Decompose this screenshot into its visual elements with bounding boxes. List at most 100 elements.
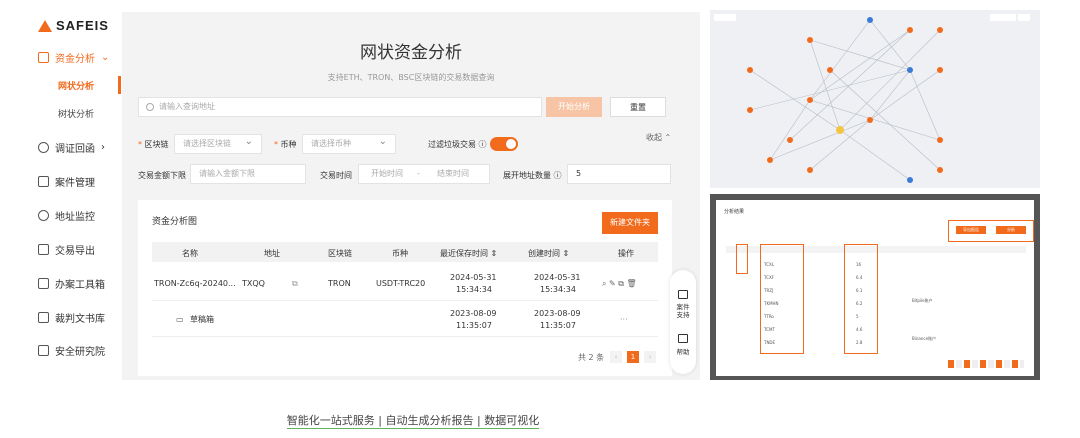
reset-button[interactable]: 重置 [610, 97, 666, 117]
prev-page-icon[interactable]: ‹ [610, 351, 622, 363]
sidebar-item-label: 案件管理 [55, 178, 95, 189]
copy-icon[interactable]: ⧉ [292, 278, 298, 290]
row-divider [152, 336, 658, 337]
export-icon [38, 244, 49, 255]
row1-created-date: 2024-05-31 [534, 273, 581, 282]
sidebar-item-label: 裁判文书库 [55, 314, 105, 325]
help-label[interactable]: 帮助 [670, 348, 696, 356]
chain-select[interactable]: 请选择区块链 [174, 133, 262, 154]
graph-node [937, 167, 943, 173]
analyze-button[interactable]: 分析 [996, 226, 1026, 234]
sidebar-item-export[interactable]: 交易导出 [38, 242, 95, 257]
sidebar-item-judgments[interactable]: 裁判文书库 [38, 310, 105, 325]
row2-name[interactable]: 草稿箱 [190, 314, 214, 326]
graph-node [747, 107, 753, 113]
sidebar-item-research[interactable]: 安全研究院 [38, 343, 105, 358]
toolbox-icon [38, 278, 49, 289]
sidebar-item-monitor[interactable]: 地址监控 [38, 208, 95, 223]
new-folder-button[interactable]: 新建文件夹 [602, 212, 658, 234]
help-icon[interactable] [678, 334, 688, 343]
amount-input[interactable]: 请输入金额下限 [190, 164, 306, 184]
graph-node [937, 27, 943, 33]
graph-node [907, 27, 913, 33]
junk-filter-label: 过滤垃圾交易 ⓘ [428, 140, 487, 149]
brand-logo[interactable]: SAFEIS [38, 18, 109, 33]
col-saved-time[interactable]: 最近保存时间 ⇕ [440, 248, 497, 259]
expand-count-input[interactable]: 5 [567, 164, 671, 184]
logo-icon [38, 19, 52, 32]
row1-address: TXQQ [242, 279, 265, 288]
search-input[interactable]: 请输入查询地址 [138, 97, 542, 117]
graph-node [907, 67, 913, 73]
graph-node [867, 17, 873, 23]
time-label: 交易时间 [320, 171, 352, 180]
chain-label: * 区块链 [138, 140, 169, 149]
row-divider [152, 300, 658, 301]
chevron-down-icon: ⌄ [101, 52, 110, 63]
time-range-input[interactable]: 开始时间 - 结束时间 [358, 164, 490, 184]
sidebar-item-fund-analysis[interactable]: 资金分析 ⌄ [38, 50, 109, 65]
export-report-button[interactable]: 导出报告 [956, 226, 986, 234]
row1-name[interactable]: TRON-Zc6q-20240... [154, 278, 236, 290]
start-analysis-button[interactable]: 开始分析 [546, 97, 602, 117]
sidebar-item-label: 办案工具箱 [55, 280, 105, 291]
col-chain: 区块链 [328, 249, 352, 258]
page-subtitle: 支持ETH、TRON、BSC区块链的交易数据查询 [327, 73, 495, 82]
col-created-time[interactable]: 创建时间 ⇕ [528, 248, 569, 259]
results-note: Bitpile账户 [912, 298, 933, 303]
graph-node [807, 167, 813, 173]
coin-select[interactable]: 请选择币种 [302, 133, 396, 154]
flow-icon [38, 52, 49, 63]
page-title: 网状资金分析 [360, 43, 462, 63]
time-separator: - [417, 169, 420, 178]
graph-node [807, 37, 813, 43]
sidebar-item-toolbox[interactable]: 办案工具箱 [38, 276, 105, 291]
row1-chain: TRON [328, 279, 351, 288]
sidebar-subitem-network[interactable]: 网状分析 [58, 79, 94, 92]
sidebar-item-cases[interactable]: 案件管理 [38, 174, 95, 189]
sidebar-item-label: 安全研究院 [55, 347, 105, 358]
results-address-list: TCXL TCXF TRZJ TKMHN TTRo TCMT TNDE [764, 262, 779, 345]
time-end[interactable]: 结束时间 [437, 165, 469, 183]
support-icon[interactable] [678, 290, 688, 299]
coin-label: * 币种 [274, 140, 297, 149]
expand-count-label: 展开地址数量 ⓘ [503, 171, 562, 180]
case-support-label[interactable]: 案件支持 [670, 303, 696, 319]
results-pagination[interactable] [948, 360, 1024, 368]
graph-node [827, 67, 833, 73]
row-more-icon[interactable]: ··· [620, 314, 628, 326]
row1-created-time: 15:34:34 [540, 285, 576, 294]
row2-created-date: 2023-08-09 [534, 309, 581, 318]
chevron-right-icon: › [101, 142, 105, 153]
sidebar-item-label: 资金分析 [55, 54, 95, 65]
brand-name: SAFEIS [56, 18, 109, 33]
page-current[interactable]: 1 [627, 351, 639, 363]
row-action-icons[interactable]: ⌕ ✎ ⧉ 🗑 [602, 278, 637, 290]
sidebar-subitem-tree[interactable]: 树状分析 [58, 107, 94, 120]
row1-saved-time: 15:34:34 [456, 285, 492, 294]
analysis-results-screenshot: 分析结果 导出报告 分析 TCXL TCXF TRZJ TKMHN TTRo TCMT TN… [710, 194, 1040, 380]
junk-filter-toggle[interactable] [490, 137, 518, 151]
graph-edges [749, 19, 941, 181]
col-actions: 操作 [618, 249, 634, 258]
graph-node [867, 117, 873, 123]
book-icon [38, 312, 49, 323]
row1-coin: USDT-TRC20 [376, 279, 426, 288]
sidebar-item-label: 地址监控 [55, 212, 95, 223]
next-page-icon[interactable]: › [644, 351, 656, 363]
feature-caption: 智能化一站式服务 | 自动生成分析报告 | 数据可视化 [286, 414, 540, 429]
results-dialog: 分析结果 导出报告 分析 TCXL TCXF TRZJ TKMHN TTRo TCMT TN… [716, 200, 1034, 376]
graph-nodes [747, 17, 943, 183]
people-icon [38, 142, 49, 153]
col-coin[interactable]: 币种 [392, 248, 408, 259]
collapse-link[interactable]: 收起 ⌃ [646, 132, 671, 143]
time-start[interactable]: 开始时间 [371, 165, 403, 183]
amount-label: 交易金额下限 [138, 171, 186, 180]
row2-created-time: 11:35:07 [540, 321, 576, 330]
sidebar-item-evidence[interactable]: 调证回函 › [38, 140, 105, 155]
results-title: 分析结果 [724, 209, 745, 215]
graph-node [836, 126, 844, 134]
graph-toolbar-btn [1018, 14, 1030, 21]
card-title: 资金分析图 [152, 217, 198, 227]
pagination-total: 共 2 条 [578, 353, 605, 362]
